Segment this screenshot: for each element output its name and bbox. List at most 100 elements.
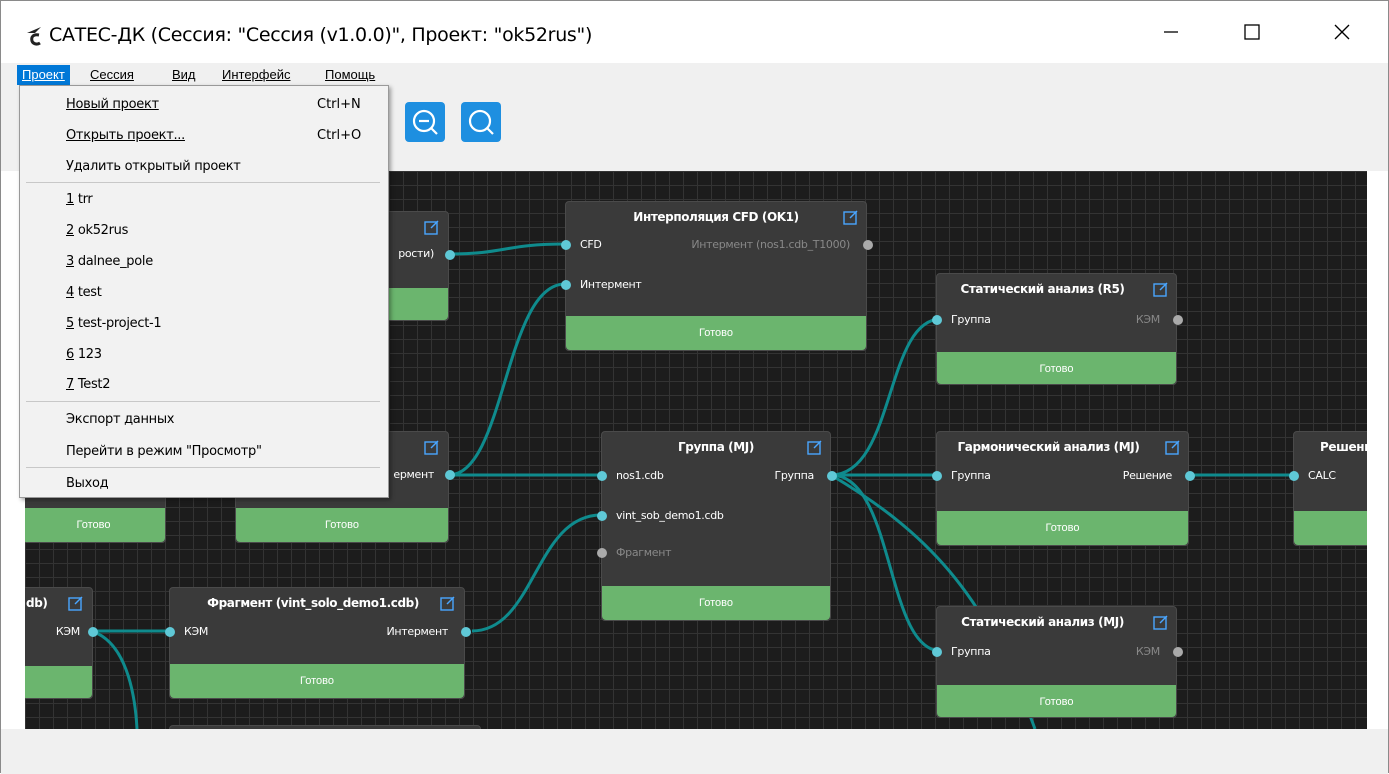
menu-view[interactable]: Вид bbox=[167, 65, 201, 85]
close-button[interactable] bbox=[1319, 9, 1365, 55]
node-status bbox=[1294, 511, 1367, 545]
recent-project-7[interactable]: 7 Test2 bbox=[66, 377, 111, 392]
port-out-dot[interactable] bbox=[461, 627, 471, 637]
zoom-out-button[interactable] bbox=[405, 102, 445, 142]
node-title: Фрагмент (vint_solo_demo1.cdb) bbox=[207, 596, 419, 610]
node-solution[interactable]: Решени CALC bbox=[1289, 431, 1367, 546]
wire-fragment-to-group bbox=[471, 513, 602, 633]
menu-exit[interactable]: Выход bbox=[66, 476, 109, 491]
node-status: Готово bbox=[25, 508, 165, 542]
port-in-label: CFD bbox=[580, 238, 602, 251]
port-in-dot[interactable] bbox=[597, 471, 607, 481]
edit-icon[interactable] bbox=[424, 439, 440, 455]
node-interpolation[interactable]: Интерполяция CFD (OK1) CFD Интермент (no… bbox=[561, 201, 873, 351]
recent-name: dalnee_pole bbox=[73, 254, 153, 269]
recent-num: 1 bbox=[66, 192, 74, 207]
port-out-label: КЭМ bbox=[1135, 313, 1160, 326]
minimize-button[interactable] bbox=[1148, 9, 1194, 55]
port-out-label: Решение bbox=[1122, 469, 1173, 482]
node-title: Статический анализ (MJ) bbox=[961, 615, 1124, 629]
port-in-dot[interactable] bbox=[932, 315, 942, 325]
recent-project-4[interactable]: 4 test bbox=[66, 285, 102, 300]
zoom-fit-button[interactable] bbox=[461, 102, 501, 142]
port-in-dot[interactable] bbox=[597, 548, 607, 558]
port-in-dot[interactable] bbox=[932, 471, 942, 481]
recent-project-3[interactable]: 3 dalnee_pole bbox=[66, 254, 153, 269]
node-title: Группа (MJ) bbox=[678, 440, 754, 454]
node-harmonic[interactable]: Гармонический анализ (MJ) Группа Решение… bbox=[932, 431, 1195, 546]
port-out-dot[interactable] bbox=[1173, 647, 1183, 657]
recent-name: ok52rus bbox=[73, 223, 129, 238]
menu-session[interactable]: Сессия bbox=[85, 65, 139, 85]
edit-icon[interactable] bbox=[1165, 439, 1181, 455]
port-in-label: Фрагмент bbox=[616, 546, 672, 559]
shortcut-new-project: Ctrl+N bbox=[317, 97, 361, 112]
menu-help[interactable]: Помощь bbox=[320, 65, 380, 85]
port-out-label: Интермент (nos1.cdb_T1000) bbox=[691, 238, 850, 251]
menu-interface[interactable]: Интерфейс bbox=[217, 65, 295, 85]
window-title: САТЕС-ДК (Сессия: "Сессия (v1.0.0)", Про… bbox=[49, 24, 593, 46]
recent-project-6[interactable]: 6 123 bbox=[66, 347, 102, 362]
port-in-dot[interactable] bbox=[597, 511, 607, 521]
app-logo-icon bbox=[27, 27, 41, 46]
recent-project-5[interactable]: 5 test-project-1 bbox=[66, 316, 162, 331]
node-status: Готово bbox=[937, 685, 1176, 717]
recent-num: 6 bbox=[66, 347, 74, 362]
port-in-label: nos1.cdb bbox=[616, 469, 664, 482]
menu-view-mode[interactable]: Перейти в режим "Просмотр" bbox=[66, 444, 262, 459]
recent-name: trr bbox=[73, 192, 93, 207]
port-in-label: КЭМ bbox=[184, 625, 209, 638]
port-out-dot[interactable] bbox=[445, 470, 455, 480]
edit-icon[interactable] bbox=[843, 209, 859, 225]
edit-icon[interactable] bbox=[440, 595, 456, 611]
port-in-dot[interactable] bbox=[561, 280, 571, 290]
recent-project-2[interactable]: 2 ok52rus bbox=[66, 223, 128, 238]
port-out-dot[interactable] bbox=[1173, 315, 1183, 325]
wire-partial-top-to-interp bbox=[448, 242, 566, 256]
port-in-dot[interactable] bbox=[932, 647, 942, 657]
title-bar: САТЕС-ДК (Сессия: "Сессия (v1.0.0)", Про… bbox=[1, 1, 1388, 63]
port-in-label: Группа bbox=[951, 645, 991, 658]
edit-icon[interactable] bbox=[424, 219, 440, 235]
shortcut-open-project: Ctrl+O bbox=[317, 128, 362, 143]
port-in-dot[interactable] bbox=[165, 627, 175, 637]
port-out-dot[interactable] bbox=[88, 627, 98, 637]
menu-project[interactable]: Проект bbox=[17, 65, 70, 85]
close-icon bbox=[1334, 24, 1350, 40]
edit-icon[interactable] bbox=[807, 439, 823, 455]
menu-separator bbox=[26, 401, 380, 402]
port-in-dot[interactable] bbox=[561, 240, 571, 250]
menu-open-project[interactable]: Открыть проект... bbox=[66, 128, 185, 143]
port-out-dot[interactable] bbox=[1185, 471, 1195, 481]
port-out-label: КЭМ bbox=[55, 625, 80, 638]
node-status: Готово bbox=[566, 316, 866, 350]
port-in-dot[interactable] bbox=[1289, 471, 1299, 481]
port-in-label: CALC bbox=[1308, 469, 1336, 482]
node-status: Готово bbox=[602, 586, 830, 620]
edit-icon[interactable] bbox=[68, 595, 84, 611]
node-fragment[interactable]: Фрагмент (vint_solo_demo1.cdb) КЭМ Интер… bbox=[165, 587, 471, 699]
edit-icon[interactable] bbox=[1153, 281, 1169, 297]
menu-new-project[interactable]: Новый проект bbox=[66, 97, 159, 112]
port-in-label: Интермент bbox=[580, 278, 642, 291]
port-out-dot[interactable] bbox=[863, 240, 873, 250]
port-out-label: КЭМ bbox=[1135, 645, 1160, 658]
node-title: Гармонический анализ (MJ) bbox=[957, 440, 1140, 454]
port-out-dot[interactable] bbox=[445, 250, 455, 260]
menu-export-data[interactable]: Экспорт данных bbox=[66, 412, 175, 427]
recent-project-1[interactable]: 1 trr bbox=[66, 192, 93, 207]
edit-icon[interactable] bbox=[1153, 614, 1169, 630]
maximize-button[interactable] bbox=[1229, 9, 1275, 55]
recent-name: 123 bbox=[73, 347, 102, 362]
port-out-dot[interactable] bbox=[827, 471, 837, 481]
menu-delete-project[interactable]: Удалить открытый проект bbox=[66, 159, 241, 174]
node-left-a[interactable]: db) КЭМ bbox=[25, 587, 98, 699]
app-window: САТЕС-ДК (Сессия: "Сессия (v1.0.0)", Про… bbox=[0, 0, 1389, 774]
node-static-r5[interactable]: Статический анализ (R5) Группа КЭМ Готов… bbox=[932, 273, 1183, 385]
node-status: Готово bbox=[937, 511, 1188, 545]
node-title: b) bbox=[376, 440, 588, 454]
recent-num: 5 bbox=[66, 316, 74, 331]
node-group[interactable]: Группа (MJ) nos1.cdb Группа vint_sob_dem… bbox=[597, 431, 837, 621]
node-static-mj[interactable]: Статический анализ (MJ) Группа КЭМ Готов… bbox=[932, 606, 1183, 718]
menu-bar: Проект Сессия Вид Интерфейс Помощь bbox=[1, 63, 1388, 85]
